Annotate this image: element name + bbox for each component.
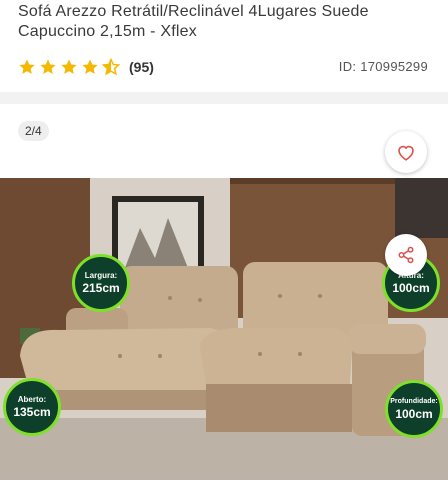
heart-icon xyxy=(398,145,414,161)
rating-stars[interactable]: (95) xyxy=(18,58,154,76)
badge-largura-label: Largura: xyxy=(84,271,118,280)
star-icon xyxy=(40,59,56,74)
rating-count[interactable]: (95) xyxy=(129,59,154,75)
badge-aberto-label: Aberto: xyxy=(17,395,47,404)
star-icon xyxy=(61,59,77,74)
star-icon xyxy=(19,59,35,74)
product-image[interactable]: Largura: 215cm Altura: 100cm Aberto: 135… xyxy=(0,178,448,480)
star-icon xyxy=(82,59,98,74)
badge-profundidade: Profundidade: 100cm xyxy=(385,380,443,438)
badge-largura-value: 215cm xyxy=(82,281,120,295)
product-id: ID: 170995299 xyxy=(338,59,428,74)
badge-profundidade-label: Profundidade: xyxy=(390,398,438,405)
badge-aberto-value: 135cm xyxy=(13,405,51,419)
share-button[interactable] xyxy=(385,234,427,276)
share-icon xyxy=(398,246,414,264)
badge-largura: Largura: 215cm xyxy=(72,254,130,312)
gallery-pager: 2/4 xyxy=(18,121,49,141)
badge-profundidade-value: 100cm xyxy=(395,407,433,421)
section-divider xyxy=(0,92,448,104)
sofa-illustration xyxy=(0,178,448,480)
star-half-icon xyxy=(102,58,120,76)
badge-altura-value: 100cm xyxy=(392,281,430,295)
product-title: Sofá Arezzo Retrátil/Reclinável 4Lugares… xyxy=(18,3,369,40)
favorite-button[interactable] xyxy=(385,131,427,173)
badge-aberto: Aberto: 135cm xyxy=(3,378,61,436)
